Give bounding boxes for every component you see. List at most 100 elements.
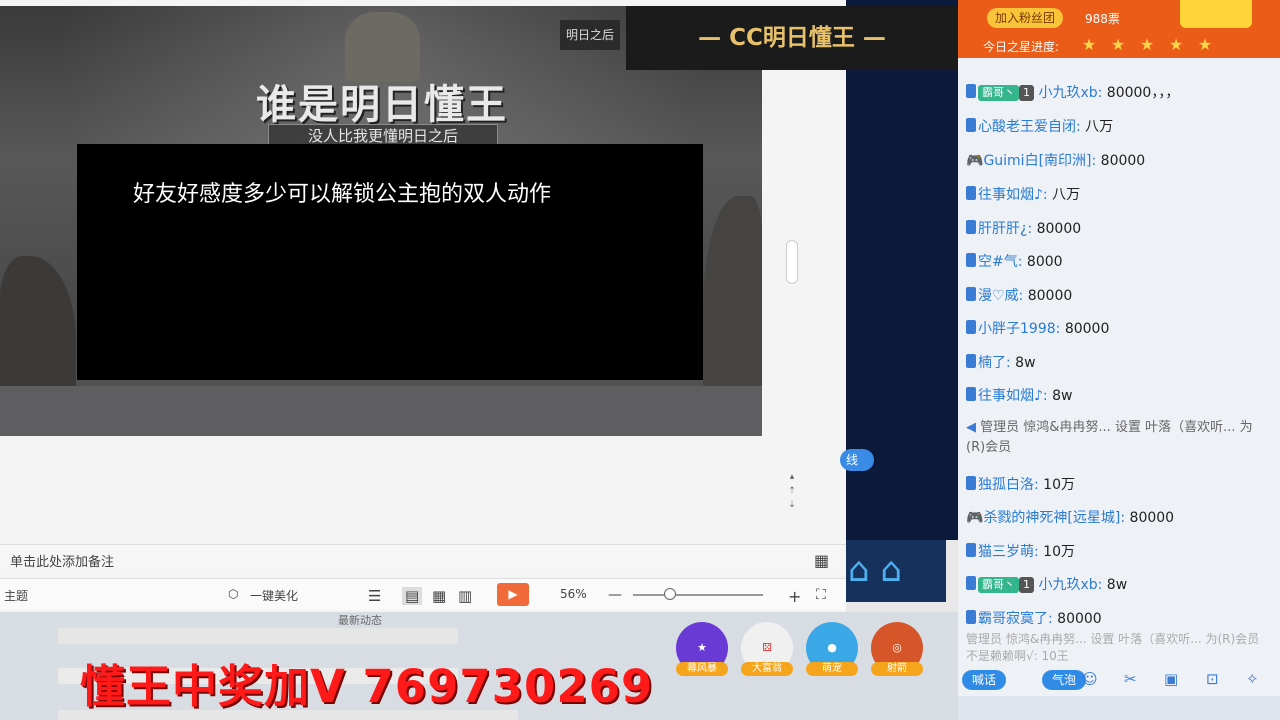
screen: 明日之后 谁是明日懂王 没人比我更懂明日之后 好友好感度多少可以解锁公主抱的双人…	[0, 0, 1280, 720]
notes-pane[interactable]: 单击此处添加备注 ▦	[0, 544, 846, 574]
chat-message: 往事如烟♪: 八万	[966, 184, 1266, 204]
feed-row	[58, 628, 458, 644]
stream-title: CC明日懂王	[729, 25, 855, 51]
chat-user[interactable]: 肝肝肝¿:	[978, 221, 1032, 237]
chat-user[interactable]: 往事如烟♪:	[978, 388, 1048, 404]
shop-icon[interactable]: ⌂ ⌂	[848, 550, 902, 590]
faded-message: 管理员 惊鸿&冉冉努... 设置 叶落（喜欢听... 为(R)会员 不是赖赖啊√…	[966, 632, 1260, 663]
user-icon	[966, 186, 976, 200]
question-textbox[interactable]: 好友好感度多少可以解锁公主抱的双人动作	[77, 144, 703, 380]
presentation-editor: 明日之后 谁是明日懂王 没人比我更懂明日之后 好友好感度多少可以解锁公主抱的双人…	[0, 0, 846, 612]
settings-icon[interactable]: ✧	[1246, 670, 1259, 688]
zoom-slider-knob[interactable]	[664, 588, 676, 600]
gift-label: 射箭	[871, 662, 923, 676]
beautify-icon[interactable]: ⬡	[228, 587, 238, 601]
chat-user[interactable]: 杀戮的神死神[远星城]:	[983, 510, 1125, 526]
chat-text: 8w	[1052, 388, 1073, 404]
scroll-arrows[interactable]: ▴ ⇡ ⇣	[786, 470, 798, 512]
phone-icon	[966, 84, 976, 98]
theme-button[interactable]: 主题	[4, 587, 28, 604]
chat-text: 80000	[1036, 221, 1082, 237]
chat-user[interactable]: 小九玖xb:	[1038, 85, 1102, 101]
chat-user[interactable]: 独孤白洛:	[978, 477, 1039, 493]
fan-badge: 霸哥丶	[978, 577, 1019, 593]
system-message: ◀ 管理员 惊鸿&冉冉努... 设置 叶落（喜欢听... 为(R)会员	[966, 418, 1266, 458]
gift-label: 幕风暴	[676, 662, 728, 676]
zoom-in-icon[interactable]: +	[788, 587, 801, 606]
chat-message: 🎮Guimi白[南印洲]: 80000	[966, 150, 1266, 170]
vote-count: 988票	[1085, 12, 1120, 26]
zoom-level[interactable]: 56%	[560, 587, 587, 601]
slide-canvas[interactable]: 明日之后 谁是明日懂王 没人比我更懂明日之后 好友好感度多少可以解锁公主抱的双人…	[0, 6, 762, 436]
chat-user[interactable]: 漫♡威:	[978, 288, 1023, 304]
chat-message: 独孤白洛: 10万	[966, 474, 1266, 494]
gift-label: 萌宠	[806, 662, 858, 676]
chat-message: 肝肝肝¿: 80000	[966, 218, 1266, 238]
speak-button[interactable]: 喊话	[962, 670, 1007, 690]
slide-ground	[0, 386, 762, 436]
chat-text: 80000	[1100, 153, 1146, 169]
support-button[interactable]	[1180, 0, 1252, 28]
vertical-scrollbar[interactable]	[786, 240, 798, 284]
chat-toolbar: 喊话 气泡 ☺ ✂ ▣ ⊡ ✧	[958, 668, 1280, 694]
zoom-slider[interactable]	[633, 594, 763, 596]
user-icon	[966, 118, 976, 132]
status-bar: 主题 ⬡ 一键美化 ☰ ▤ ▦ ▥ ▶ 56% — + ⛶	[0, 578, 846, 610]
chat-text: 80000	[1064, 321, 1110, 337]
system-text: 管理员 惊鸿&冉冉努... 设置 叶落（喜欢听... 为(R)会员	[966, 420, 1253, 455]
phone-icon	[966, 576, 976, 590]
chat-user[interactable]: 往事如烟♪:	[978, 187, 1048, 203]
grid-icon[interactable]: ▦	[814, 551, 829, 570]
chat-text: 80000	[1027, 288, 1073, 304]
user-icon	[966, 253, 976, 267]
join-fans-button[interactable]: 加入粉丝团	[987, 8, 1063, 28]
sorter-view-icon[interactable]: ▦	[432, 587, 446, 605]
chat-text: 80000	[1129, 510, 1175, 526]
promo-overlay: 懂王中奖加V 769730269	[80, 660, 654, 713]
lock-icon[interactable]: ⊡	[1206, 670, 1219, 688]
normal-view-icon[interactable]: ▤	[402, 587, 423, 605]
fit-window-icon[interactable]: ⛶	[816, 587, 826, 603]
chat-user[interactable]: 猫三岁萌:	[978, 544, 1039, 560]
image-icon[interactable]: ▣	[1164, 670, 1178, 688]
game-logo: 明日之后	[560, 20, 620, 50]
zoom-out-icon[interactable]: —	[608, 587, 622, 603]
user-icon	[966, 387, 976, 401]
chat-user[interactable]: 小九玖xb:	[1038, 577, 1102, 593]
gift-label: 大富翁	[741, 662, 793, 676]
beautify-button[interactable]: 一键美化	[250, 587, 298, 604]
notes-toggle-icon[interactable]: ☰	[368, 587, 381, 605]
chat-user[interactable]: 霸哥寂寞了:	[978, 611, 1053, 627]
chat-input[interactable]	[958, 696, 1280, 720]
chat-user[interactable]: Guimi白[南印洲]:	[983, 153, 1096, 169]
star-icon: ★	[1110, 35, 1126, 54]
chat-user[interactable]: 楠了:	[978, 355, 1011, 371]
chat-text: 8w	[1106, 577, 1128, 593]
live-tag[interactable]: 线	[840, 449, 874, 471]
user-icon	[966, 610, 976, 624]
level-badge: 1	[1019, 577, 1034, 593]
level-badge: 1	[1019, 85, 1034, 101]
feed-title: 最新动态	[338, 614, 382, 627]
user-icon	[966, 220, 976, 234]
chat-user[interactable]: 心酸老王爱自闭:	[978, 119, 1081, 135]
gamepad-icon: 🎮	[966, 153, 984, 169]
fan-badge: 霸哥丶	[978, 85, 1019, 101]
reading-view-icon[interactable]: ▥	[458, 587, 472, 605]
star-icon: ★	[1168, 35, 1184, 54]
star-icon: ★	[1081, 35, 1097, 54]
chat-user[interactable]: 空#气:	[978, 254, 1022, 270]
user-icon	[966, 476, 976, 490]
slide-title: 谁是明日懂王	[256, 81, 508, 128]
chat-message: 空#气: 8000	[966, 251, 1266, 271]
chat-text: 10万	[1043, 544, 1075, 560]
emoji-icon[interactable]: ☺	[1082, 670, 1098, 688]
bubble-button[interactable]: 气泡	[1042, 670, 1087, 690]
chat-message: 霸哥丶 1 小九玖xb: 80000，，，	[966, 82, 1266, 102]
scissors-icon[interactable]: ✂	[1124, 670, 1137, 688]
chat-user[interactable]: 小胖子1998:	[978, 321, 1060, 337]
chat-message: 🎮杀戮的神死神[远星城]: 80000	[966, 507, 1266, 527]
play-button[interactable]: ▶	[497, 583, 529, 606]
speaker-icon: ◀	[966, 420, 981, 435]
user-icon	[966, 543, 976, 557]
